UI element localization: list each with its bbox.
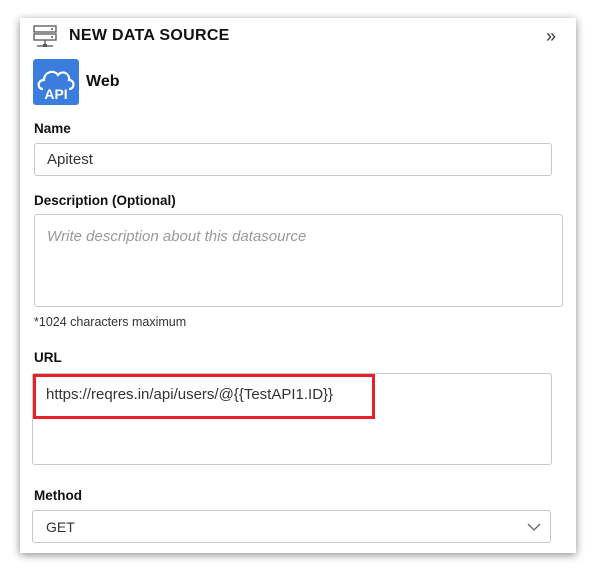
character-limit-hint: *1024 characters maximum xyxy=(34,315,187,329)
description-textarea[interactable]: Write description about this datasource xyxy=(34,214,563,307)
method-value: GET xyxy=(46,519,75,535)
api-cloud-icon: API xyxy=(33,59,79,105)
server-icon xyxy=(33,25,57,47)
name-input[interactable]: Apitest xyxy=(34,143,552,176)
double-chevron-right-icon[interactable]: » xyxy=(546,26,556,47)
description-label: Description (Optional) xyxy=(34,193,176,208)
name-label: Name xyxy=(34,121,71,136)
svg-text:API: API xyxy=(44,86,67,102)
url-value: https://reqres.in/api/users/@{{TestAPI1.… xyxy=(46,386,334,403)
panel-title: NEW DATA SOURCE xyxy=(69,27,230,44)
method-label: Method xyxy=(34,488,82,503)
method-select[interactable]: GET xyxy=(32,510,551,543)
description-placeholder: Write description about this datasource xyxy=(47,228,307,245)
name-value: Apitest xyxy=(47,151,93,168)
source-type-label: Web xyxy=(86,73,120,90)
new-data-source-panel: NEW DATA SOURCE » API Web Name Apitest D… xyxy=(20,18,576,553)
chevron-down-icon xyxy=(527,523,541,531)
url-label: URL xyxy=(34,350,62,365)
